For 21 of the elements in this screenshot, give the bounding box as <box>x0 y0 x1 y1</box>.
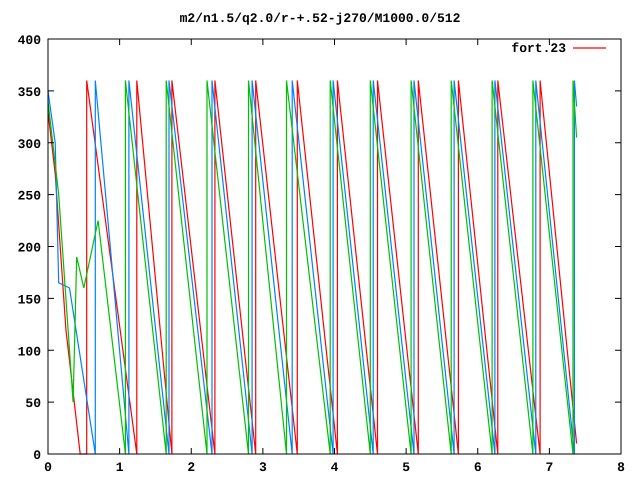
x-tick-label: 3 <box>258 460 267 475</box>
x-tick-label: 0 <box>44 460 52 475</box>
y-tick-label: 100 <box>18 344 41 360</box>
y-tick-label: 400 <box>18 33 41 48</box>
x-tick-label: 7 <box>545 460 554 475</box>
chart-title: m2/n1.5/q2.0/r-+.52-j270/M1000.0/512 <box>180 11 460 26</box>
legend-label: fort.23 <box>511 41 566 56</box>
x-tick-label: 4 <box>330 460 338 475</box>
y-tick-label: 50 <box>25 396 41 412</box>
y-tick-label: 250 <box>18 188 41 204</box>
x-tick-label: 2 <box>187 460 196 475</box>
y-tick-label: 150 <box>18 292 41 308</box>
y-tick-label: 350 <box>18 84 41 100</box>
y-tick-label: 0 <box>33 448 41 463</box>
y-tick-label: 200 <box>18 240 41 256</box>
y-tick-label: 300 <box>18 136 41 152</box>
x-tick-label: 6 <box>474 460 482 475</box>
x-tick-label: 5 <box>402 460 410 475</box>
x-tick-label: 8 <box>617 460 625 475</box>
x-tick-label: 1 <box>116 460 124 475</box>
legend-line-sample <box>573 47 606 49</box>
